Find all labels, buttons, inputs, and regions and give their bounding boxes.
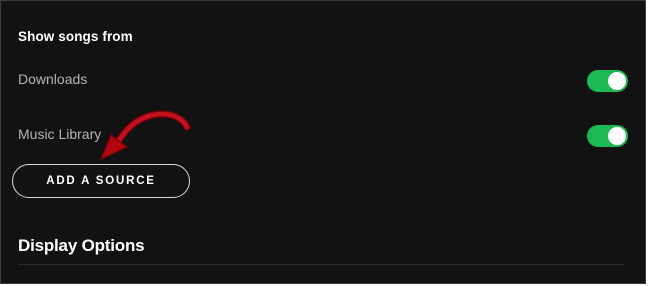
downloads-toggle[interactable] (587, 70, 628, 92)
toggle-knob (608, 127, 626, 145)
display-options-heading: Display Options (18, 236, 145, 255)
show-songs-from-heading: Show songs from (18, 29, 133, 44)
downloads-source-label: Downloads (18, 71, 88, 87)
red-curved-arrow-icon (99, 110, 191, 161)
section-divider (18, 264, 625, 265)
music-library-source-label: Music Library (18, 126, 102, 142)
toggle-knob (608, 72, 626, 90)
add-a-source-button[interactable]: ADD A SOURCE (12, 164, 190, 198)
music-library-toggle[interactable] (587, 125, 628, 147)
settings-panel: Show songs from Downloads Music Library … (0, 0, 646, 284)
